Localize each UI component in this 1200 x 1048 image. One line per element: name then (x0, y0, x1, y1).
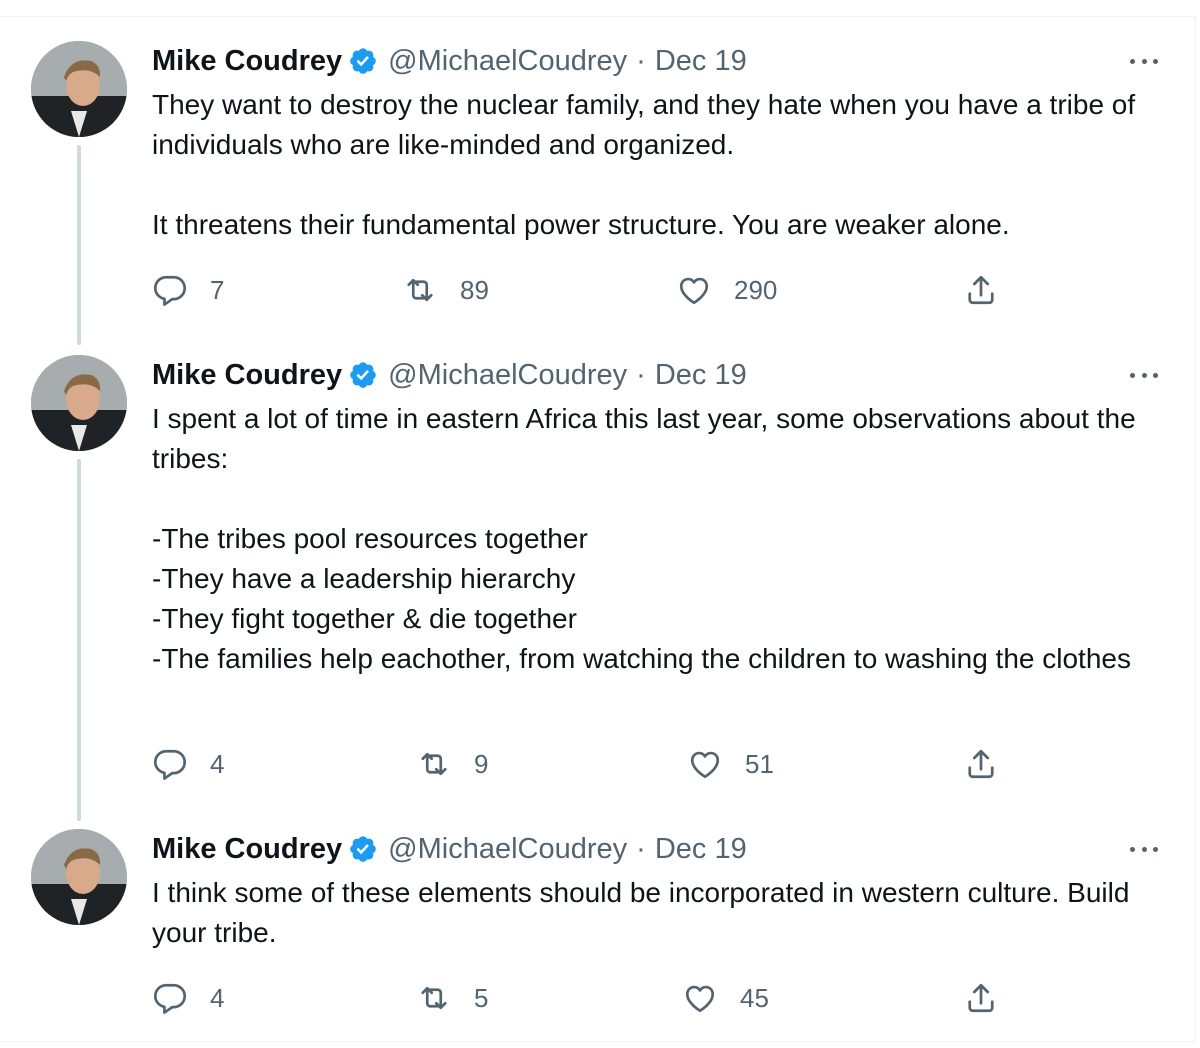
tweet-paragraph: -They have a leadership hierarchy (152, 563, 576, 594)
tweet-paragraph: -The families help eachother, from watch… (152, 643, 1131, 674)
verified-badge-icon (350, 48, 376, 74)
reply-count: 4 (210, 748, 225, 779)
tweet-text: They want to destroy the nuclear family,… (152, 85, 1142, 245)
like-button[interactable]: 290 (676, 270, 777, 310)
tweet-actions: 4 9 51 (0, 744, 1196, 784)
tweet-actions: 7 89 290 (0, 270, 1196, 310)
tweet-actions: 4 5 45 (0, 978, 1196, 1018)
reply-icon (153, 275, 187, 306)
avatar[interactable] (31, 41, 127, 137)
share-icon (968, 749, 994, 779)
heart-icon (690, 751, 720, 779)
separator: · (636, 358, 646, 391)
display-name[interactable]: Mike Coudrey (152, 45, 342, 78)
verified-badge-icon (350, 362, 376, 388)
like-count: 290 (734, 274, 778, 305)
tweet-date[interactable]: Dec 19 (655, 833, 747, 866)
retweet-count: 9 (474, 748, 489, 779)
reply-button[interactable]: 7 (152, 270, 224, 310)
tweet-paragraph: I spent a lot of time in eastern Africa … (152, 403, 1136, 474)
retweet-icon (407, 278, 433, 302)
tweet-text: I think some of these elements should be… (152, 873, 1142, 953)
retweet-icon (421, 986, 447, 1010)
tweet-paragraph: They want to destroy the nuclear family,… (152, 89, 1136, 160)
share-button[interactable] (963, 744, 999, 784)
separator: · (636, 44, 646, 77)
tweet-text: I spent a lot of time in eastern Africa … (152, 399, 1142, 679)
like-button[interactable]: 51 (687, 744, 774, 784)
retweet-count: 5 (474, 982, 489, 1013)
reply-icon (153, 749, 187, 780)
tweet-header: Mike Coudrey @MichaelCoudrey · Dec 19 (152, 829, 747, 869)
reply-button[interactable]: 4 (152, 744, 224, 784)
tweet-date[interactable]: Dec 19 (655, 45, 747, 78)
share-button[interactable] (963, 978, 999, 1018)
reply-count: 7 (210, 274, 225, 305)
reply-count: 4 (210, 982, 225, 1013)
more-options-icon[interactable] (1130, 53, 1158, 69)
tweet-paragraph: -They fight together & die together (152, 603, 577, 634)
tweet-date[interactable]: Dec 19 (655, 359, 747, 392)
thread-connector (77, 145, 81, 345)
separator: · (636, 832, 646, 865)
verified-badge-icon (350, 836, 376, 862)
share-icon (968, 983, 994, 1013)
tweet-header: Mike Coudrey @MichaelCoudrey · Dec 19 (152, 355, 747, 395)
share-button[interactable] (963, 270, 999, 310)
retweet-icon (421, 752, 447, 776)
display-name[interactable]: Mike Coudrey (152, 833, 342, 866)
retweet-button[interactable]: 5 (416, 978, 488, 1018)
heart-icon (679, 277, 709, 305)
display-name[interactable]: Mike Coudrey (152, 359, 342, 392)
reply-button[interactable]: 4 (152, 978, 224, 1018)
like-button[interactable]: 45 (682, 978, 769, 1018)
retweet-button[interactable]: 89 (402, 270, 489, 310)
retweet-count: 89 (460, 274, 489, 305)
heart-icon (685, 985, 715, 1013)
user-handle[interactable]: @MichaelCoudrey (388, 833, 627, 866)
like-count: 45 (740, 982, 769, 1013)
tweet-paragraph: -The tribes pool resources together (152, 523, 588, 554)
tweet-header: Mike Coudrey @MichaelCoudrey · Dec 19 (152, 41, 747, 81)
avatar[interactable] (31, 355, 127, 451)
retweet-button[interactable]: 9 (416, 744, 488, 784)
more-options-icon[interactable] (1130, 367, 1158, 383)
user-handle[interactable]: @MichaelCoudrey (388, 359, 627, 392)
reply-icon (153, 983, 187, 1014)
user-handle[interactable]: @MichaelCoudrey (388, 45, 627, 78)
avatar[interactable] (31, 829, 127, 925)
tweet-paragraph: I think some of these elements should be… (152, 877, 1130, 948)
more-options-icon[interactable] (1130, 841, 1158, 857)
tweet-paragraph: It threatens their fundamental power str… (152, 209, 1010, 240)
share-icon (968, 275, 994, 305)
like-count: 51 (745, 748, 774, 779)
